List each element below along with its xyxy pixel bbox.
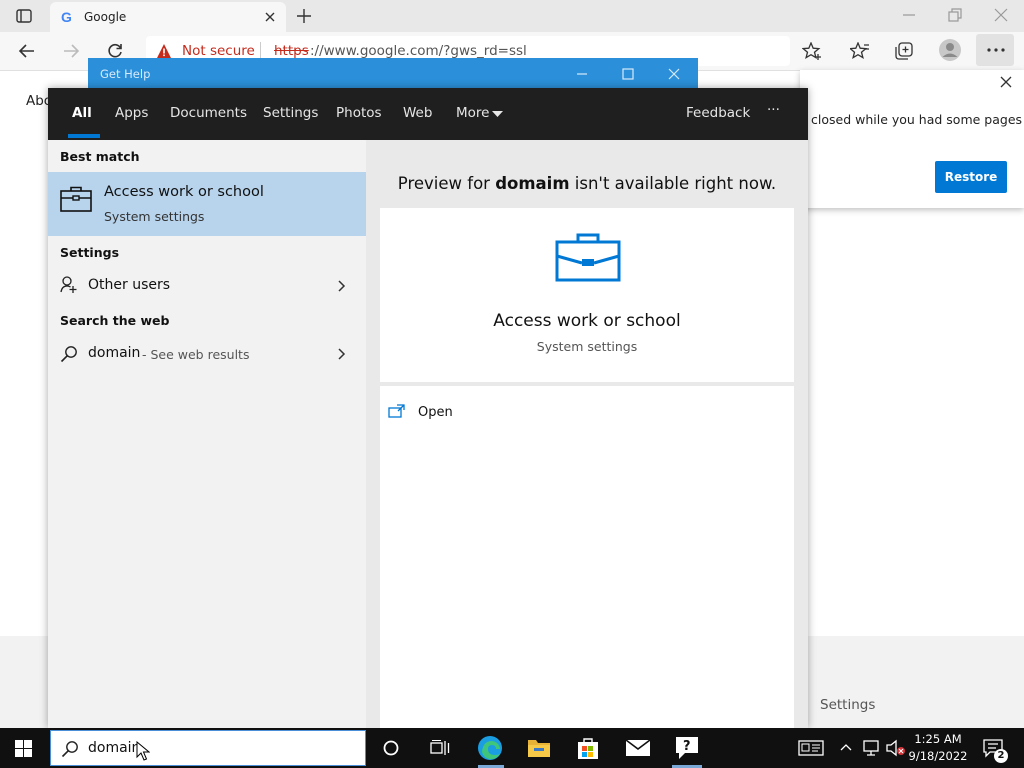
volume-muted-icon[interactable] bbox=[885, 739, 907, 757]
briefcase-icon bbox=[555, 232, 621, 282]
search-scope-bar: All Apps Documents Settings Photos Web M… bbox=[48, 88, 808, 140]
forward-arrow-icon[interactable] bbox=[62, 42, 80, 60]
web-query-text: domain bbox=[88, 345, 141, 361]
best-match-result[interactable]: Access work or school System settings bbox=[48, 172, 366, 236]
browser-tabstrip: G Google bbox=[0, 0, 1024, 32]
get-help-title: Get Help bbox=[100, 67, 151, 81]
tab-title: Google bbox=[84, 10, 127, 24]
chevron-right-icon[interactable] bbox=[338, 348, 346, 360]
best-match-heading: Best match bbox=[60, 149, 140, 164]
preview-card-subtitle: System settings bbox=[536, 339, 638, 354]
restore-button[interactable]: Restore bbox=[935, 161, 1007, 193]
tab-close-icon[interactable] bbox=[264, 11, 276, 23]
preview-term: domaim bbox=[495, 174, 570, 193]
open-label: Open bbox=[418, 405, 453, 420]
new-tab-icon[interactable] bbox=[296, 8, 312, 24]
favorites-icon[interactable] bbox=[850, 42, 870, 60]
tab-all[interactable]: All bbox=[72, 105, 92, 121]
get-help-titlebar[interactable]: Get Help bbox=[88, 58, 698, 90]
other-users-label: Other users bbox=[88, 277, 171, 293]
warning-triangle-icon bbox=[156, 43, 172, 59]
preview-prefix: Preview for bbox=[397, 174, 496, 193]
file-explorer-icon[interactable] bbox=[527, 737, 551, 759]
google-logo-icon: G bbox=[60, 10, 74, 24]
search-icon bbox=[61, 740, 79, 758]
url-scheme: https bbox=[274, 43, 309, 59]
get-help-app-icon[interactable]: ? bbox=[673, 735, 701, 761]
preview-actions: Open bbox=[380, 386, 794, 728]
settings-more-button[interactable] bbox=[976, 34, 1014, 66]
mail-icon[interactable] bbox=[625, 739, 651, 757]
profile-avatar-icon[interactable] bbox=[938, 38, 962, 62]
open-action[interactable]: Open bbox=[388, 398, 528, 426]
browser-tab-google[interactable]: G Google bbox=[50, 2, 286, 32]
preview-card: Access work or school System settings bbox=[380, 208, 794, 382]
edge-browser-icon[interactable] bbox=[477, 735, 503, 761]
more-options-icon[interactable]: ··· bbox=[767, 102, 780, 118]
preview-suffix: isn't available right now. bbox=[569, 174, 777, 193]
taskbar: domain ? 1:25 AM 9/18/2022 2 bbox=[0, 728, 1024, 768]
footer-settings-link[interactable]: Settings bbox=[820, 697, 875, 713]
user-add-icon bbox=[60, 276, 78, 294]
chevron-up-icon[interactable] bbox=[840, 743, 852, 751]
restore-pages-panel: closed while you had some pages Restore bbox=[800, 70, 1024, 208]
taskbar-search-box[interactable]: domain bbox=[50, 730, 366, 766]
best-match-subtitle: System settings bbox=[104, 209, 205, 224]
add-favorite-icon[interactable] bbox=[802, 42, 822, 60]
clock-date[interactable]: 9/18/2022 bbox=[908, 749, 968, 763]
more-dots-icon bbox=[987, 48, 1005, 52]
task-view-icon[interactable] bbox=[430, 740, 450, 756]
keyboard-input-icon[interactable] bbox=[798, 740, 824, 756]
tab-settings[interactable]: Settings bbox=[263, 105, 318, 121]
web-results-suffix: - See web results bbox=[142, 347, 250, 362]
tab-actions-icon[interactable] bbox=[16, 9, 32, 23]
svg-text:G: G bbox=[61, 10, 72, 24]
back-arrow-icon[interactable] bbox=[18, 42, 36, 60]
search-web-heading: Search the web bbox=[60, 313, 170, 328]
web-search-result[interactable]: domain - See web results bbox=[48, 336, 366, 372]
windows-start-icon[interactable] bbox=[15, 740, 32, 757]
minimize-window-icon[interactable] bbox=[902, 8, 916, 22]
clock-time[interactable]: 1:25 AM bbox=[913, 732, 963, 746]
best-match-title: Access work or school bbox=[104, 184, 264, 200]
results-list: Best match Access work or school System … bbox=[48, 140, 366, 728]
tab-web[interactable]: Web bbox=[403, 105, 432, 121]
microsoft-store-icon[interactable] bbox=[576, 736, 600, 760]
close-icon[interactable] bbox=[1000, 76, 1012, 88]
chevron-right-icon[interactable] bbox=[338, 280, 346, 292]
briefcase-icon bbox=[60, 186, 92, 212]
open-icon bbox=[388, 404, 406, 418]
mouse-cursor-icon bbox=[136, 741, 150, 761]
settings-heading: Settings bbox=[60, 245, 120, 260]
preview-message: Preview for domaim isn't available right… bbox=[366, 174, 808, 193]
get-help-maximize-icon[interactable] bbox=[622, 68, 634, 80]
other-users-result[interactable]: Other users bbox=[48, 268, 366, 304]
svg-text:?: ? bbox=[683, 739, 691, 754]
active-tab-indicator bbox=[68, 134, 100, 138]
preview-pane: Preview for domaim isn't available right… bbox=[366, 140, 808, 728]
url-text: ://www.google.com/?gws_rd=ssl bbox=[310, 43, 527, 59]
close-window-icon[interactable] bbox=[994, 8, 1008, 22]
network-icon[interactable] bbox=[862, 739, 880, 757]
notification-badge: 2 bbox=[994, 749, 1008, 763]
feedback-link[interactable]: Feedback bbox=[686, 105, 750, 121]
search-panel: All Apps Documents Settings Photos Web M… bbox=[48, 88, 808, 728]
tab-documents[interactable]: Documents bbox=[170, 105, 247, 121]
collections-icon[interactable] bbox=[894, 41, 914, 61]
tab-more[interactable]: More bbox=[456, 105, 489, 121]
not-secure-label[interactable]: Not secure bbox=[182, 43, 255, 59]
search-icon bbox=[60, 345, 78, 363]
cortana-icon[interactable] bbox=[383, 740, 399, 756]
tab-apps[interactable]: Apps bbox=[115, 105, 148, 121]
preview-card-title: Access work or school bbox=[493, 311, 681, 331]
restore-message: closed while you had some pages bbox=[811, 112, 1023, 127]
get-help-close-icon[interactable] bbox=[668, 68, 680, 80]
chevron-down-icon[interactable] bbox=[492, 111, 503, 117]
restore-window-icon[interactable] bbox=[948, 8, 962, 22]
search-input[interactable]: domain bbox=[88, 740, 140, 756]
get-help-minimize-icon[interactable] bbox=[576, 68, 588, 80]
tab-photos[interactable]: Photos bbox=[336, 105, 382, 121]
